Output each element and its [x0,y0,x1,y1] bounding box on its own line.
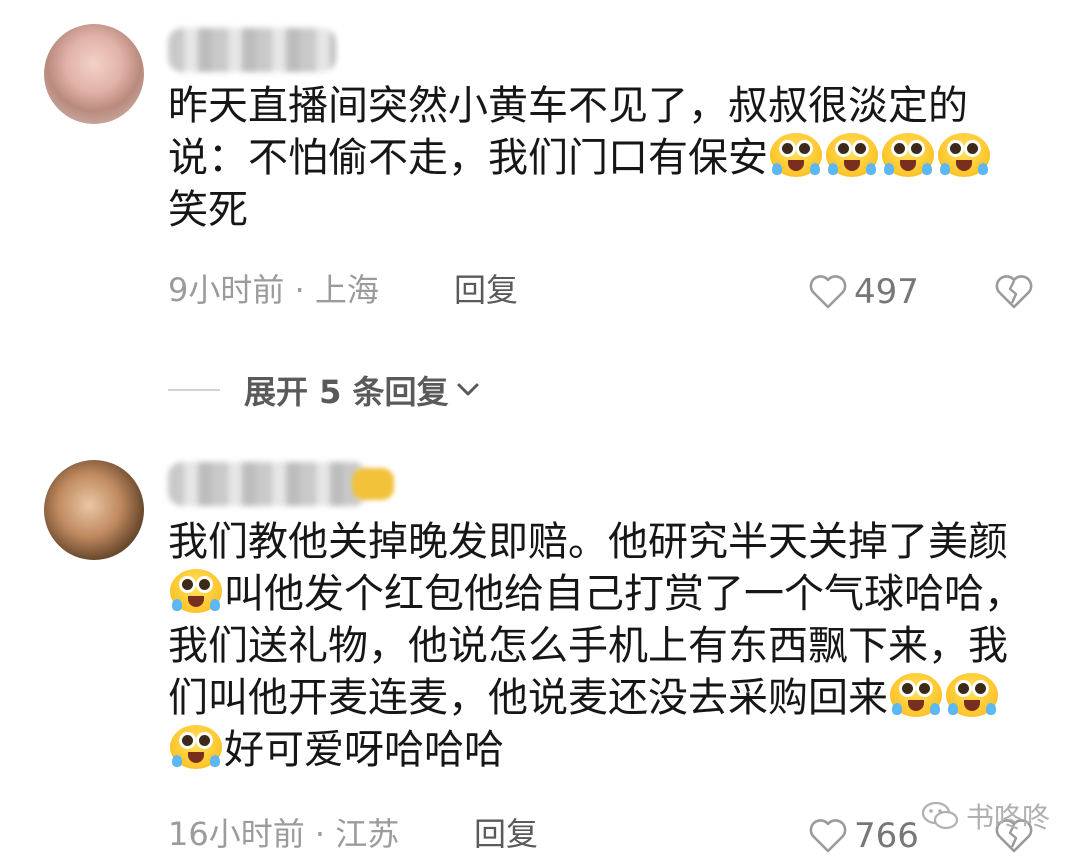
expand-replies-label: 展开 5 条回复 [244,373,449,411]
divider-line [168,389,220,391]
crying-laughing-emoji-icon [770,133,822,177]
crying-laughing-emoji-icon [890,673,942,717]
chevron-down-icon [457,383,479,396]
like-button[interactable]: 766 [808,814,919,858]
crying-laughing-emoji-icon [946,673,998,717]
comment-text: 我们教他关掉晚发即赔。他研究半天关掉了美颜 叫他发个红包他给自己打赏了一个气球哈哈… [168,516,1028,776]
reply-button[interactable]: 回复 [454,268,518,312]
comment-text: 昨天直播间突然小黄车不见了，叔叔很淡定的说：不怕偷不走，我们门口有保安 笑死 [168,80,1028,236]
crying-laughing-emoji-icon [882,133,934,177]
username-blurred[interactable] [168,462,368,506]
comment-text-part: 好可爱呀哈哈哈 [224,727,504,773]
comment-text-part: 笑死 [168,187,248,233]
wechat-icon [921,801,959,830]
like-count: 497 [854,272,919,312]
crying-laughing-emoji-icon [826,133,878,177]
watermark: 书咚咚 [920,796,1050,836]
like-count: 766 [854,816,919,856]
avatar[interactable] [44,460,144,560]
broken-heart-icon[interactable] [994,274,1034,310]
avatar[interactable] [44,24,144,124]
comment-meta: 16小时前 · 江苏 [168,815,400,853]
comment-meta: 9小时前 · 上海 [168,271,379,309]
username-blurred[interactable] [168,28,336,72]
expand-replies-button[interactable]: 展开 5 条回复 [168,366,481,414]
user-badge-blurred [352,468,394,500]
heart-outline-icon [809,819,847,853]
crying-laughing-emoji-icon [170,569,222,613]
crying-laughing-emoji-icon [938,133,990,177]
comment-text-part: 我们教他关掉晚发即赔。他研究半天关掉了美颜 [168,519,1008,565]
like-button[interactable]: 497 [808,270,919,314]
reply-button[interactable]: 回复 [474,812,538,856]
heart-outline-icon [809,275,847,309]
watermark-text: 书咚咚 [966,801,1051,834]
crying-laughing-emoji-icon [170,725,222,769]
